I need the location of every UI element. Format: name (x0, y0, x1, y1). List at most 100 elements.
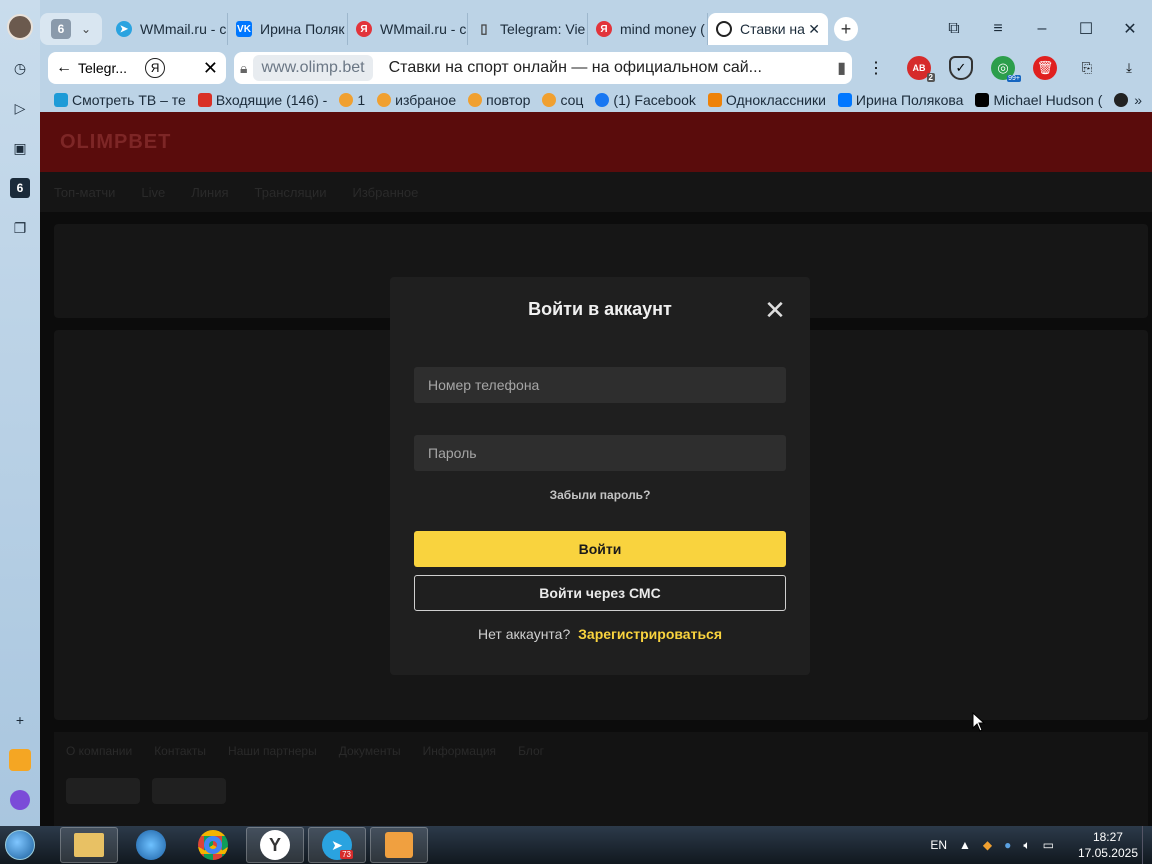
nav-item[interactable]: Live (141, 185, 165, 200)
language-indicator[interactable]: EN (930, 838, 947, 852)
tab-actions-icon[interactable]: ⧉ (932, 12, 976, 46)
bookmark-item[interactable]: Ирина Полякова (837, 92, 963, 108)
site-header: OLIMPBET (40, 112, 1152, 172)
mail-icon[interactable] (6, 746, 34, 774)
yandex-icon: Я (356, 21, 372, 37)
footer-link[interactable]: О компании (66, 744, 132, 758)
nav-item[interactable]: Избранное (353, 185, 419, 200)
history-icon[interactable]: ◷ (6, 54, 34, 82)
yandex-browser-icon[interactable]: Y (246, 827, 304, 863)
url-domain[interactable]: www.olimp.bet (253, 55, 373, 81)
bookmark-item[interactable]: соц (542, 92, 583, 108)
footer-link[interactable]: Информация (423, 744, 496, 758)
nav-item[interactable]: Линия (191, 185, 228, 200)
yandex-icon[interactable]: Я (145, 58, 166, 78)
media-player-icon[interactable] (370, 827, 428, 863)
bookmark-item[interactable]: избраное (377, 92, 456, 108)
bookmark-item[interactable]: Одноклассники (707, 92, 826, 108)
forgot-password-link[interactable]: Забыли пароль? (390, 488, 810, 502)
shield-check-icon[interactable]: ✓ (949, 56, 973, 80)
bookmark-item[interactable] (1114, 93, 1132, 107)
close-window-icon[interactable]: ✕ (1108, 12, 1152, 46)
camera-icon[interactable]: ▣ (6, 134, 34, 162)
system-tray: EN ▲ ◆ ● 🔈︎ ▭ 18:27 17.05.2025 (924, 826, 1138, 864)
play-icon[interactable]: ▷ (6, 94, 34, 122)
trash-icon[interactable]: 🗑︎ (1033, 56, 1057, 80)
tab-wmmail-1[interactable]: ➤ WMmail.ru - с (108, 13, 228, 45)
bookmark-label: Michael Hudson ( (993, 92, 1103, 108)
page-title[interactable]: Ставки на спорт онлайн — на официальном … (389, 59, 830, 77)
collections-icon[interactable]: ⎘ (1075, 56, 1099, 80)
loading-icon (716, 21, 732, 37)
lock-icon[interactable]: 🔒︎ (240, 60, 247, 77)
nav-item[interactable]: Трансляции (255, 185, 327, 200)
more-options-icon[interactable]: ⋮ (868, 58, 884, 78)
bookmark-item[interactable]: повтор (468, 92, 530, 108)
password-input[interactable] (414, 435, 786, 471)
bookmark-item[interactable]: (1) Facebook (595, 92, 696, 108)
bookmark-item[interactable]: Смотреть ТВ – те (54, 92, 186, 108)
add-icon[interactable]: + (6, 706, 34, 734)
bookmark-label: соц (560, 92, 584, 108)
google-play-badge[interactable] (152, 778, 226, 804)
app-store-badge[interactable] (66, 778, 140, 804)
close-icon[interactable]: ✕ (764, 297, 786, 323)
taskbar: Y ➤ 73 EN ▲ ◆ ● 🔈︎ ▭ 18:27 17.05.2025 (0, 826, 1152, 864)
tab-wmmail-2[interactable]: Я WMmail.ru - с (348, 13, 468, 45)
tab-vk[interactable]: VK Ирина Поляк (228, 13, 348, 45)
tab-olimpbet[interactable]: Ставки на ✕ (708, 13, 828, 45)
tab-label: Telegram: Vie (500, 21, 586, 37)
notification-tray-icon[interactable]: ● (1004, 838, 1011, 852)
adblock-icon[interactable]: AB 2 (907, 56, 935, 82)
telegram-icon: ➤ (116, 21, 132, 37)
login-button[interactable]: Войти (414, 531, 786, 567)
volume-icon[interactable]: 🔈︎ (1023, 838, 1030, 853)
more-bookmarks-icon[interactable]: » (1134, 92, 1142, 108)
globe-icon[interactable]: ◎ 99+ (991, 56, 1021, 82)
footer-link[interactable]: Документы (339, 744, 401, 758)
telegram-icon[interactable]: ➤ 73 (308, 827, 366, 863)
network-icon[interactable]: ▭ (1043, 838, 1054, 852)
extensions-bar: AB 2 ✓ ◎ 99+ 🗑︎ ⎘ ⤓ (898, 56, 1150, 82)
app-tray-icon[interactable]: ◆ (983, 838, 992, 852)
tab-telegram[interactable]: ▯ Telegram: Vie (468, 13, 588, 45)
tab-group-button[interactable]: 6 ⌄ (40, 13, 102, 45)
navigation-bar: ← Telegr... Я ✕ 🔒︎ www.olimp.bet Ставки … (40, 50, 1152, 86)
minimize-icon[interactable]: – (1020, 12, 1064, 46)
site-logo[interactable]: OLIMPBET (60, 131, 171, 154)
clock[interactable]: 18:27 17.05.2025 (1078, 829, 1138, 861)
profile-avatar[interactable] (7, 14, 33, 40)
stop-icon[interactable]: ✕ (203, 58, 218, 79)
download-icon[interactable]: ⤓ (1117, 56, 1141, 80)
maximize-icon[interactable]: ☐ (1064, 12, 1108, 46)
back-to-tab-button[interactable]: ← Telegr... Я ✕ (48, 52, 226, 84)
show-desktop-button[interactable] (1142, 826, 1152, 864)
start-button[interactable] (0, 826, 40, 864)
footer-link[interactable]: Наши партнеры (228, 744, 317, 758)
chrome-icon[interactable] (184, 827, 242, 863)
address-bar[interactable]: 🔒︎ www.olimp.bet Ставки на спорт онлайн … (234, 52, 852, 84)
bookmark-item[interactable]: Michael Hudson ( (975, 92, 1102, 108)
yandex-icon: Я (596, 21, 612, 37)
sms-login-button[interactable]: Войти через СМС (414, 575, 786, 611)
tab-label: Ирина Поляк (260, 21, 345, 37)
bookmark-item[interactable]: 1 (339, 92, 365, 108)
tab-count-button[interactable]: 6 (6, 174, 34, 202)
collections-icon[interactable]: ❐ (6, 214, 34, 242)
clock-time: 18:27 (1092, 830, 1123, 844)
menu-icon[interactable]: ≡ (976, 12, 1020, 46)
register-link[interactable]: Зарегистрироваться (578, 626, 722, 642)
footer-link[interactable]: Блог (518, 744, 544, 758)
tab-mind-money[interactable]: Яmind money ( (588, 13, 708, 45)
internet-explorer-icon[interactable] (122, 827, 180, 863)
file-explorer-icon[interactable] (60, 827, 118, 863)
phone-input[interactable] (414, 367, 786, 403)
new-tab-button[interactable]: + (834, 17, 858, 41)
bookmark-icon[interactable]: ▮ (837, 58, 846, 78)
show-hidden-icons-icon[interactable]: ▲ (959, 838, 971, 852)
nav-item[interactable]: Топ-матчи (54, 185, 115, 200)
alice-icon[interactable] (6, 786, 34, 814)
close-tab-icon[interactable]: ✕ (808, 21, 820, 38)
bookmark-item[interactable]: Входящие (146) - (197, 92, 327, 108)
footer-link[interactable]: Контакты (154, 744, 206, 758)
